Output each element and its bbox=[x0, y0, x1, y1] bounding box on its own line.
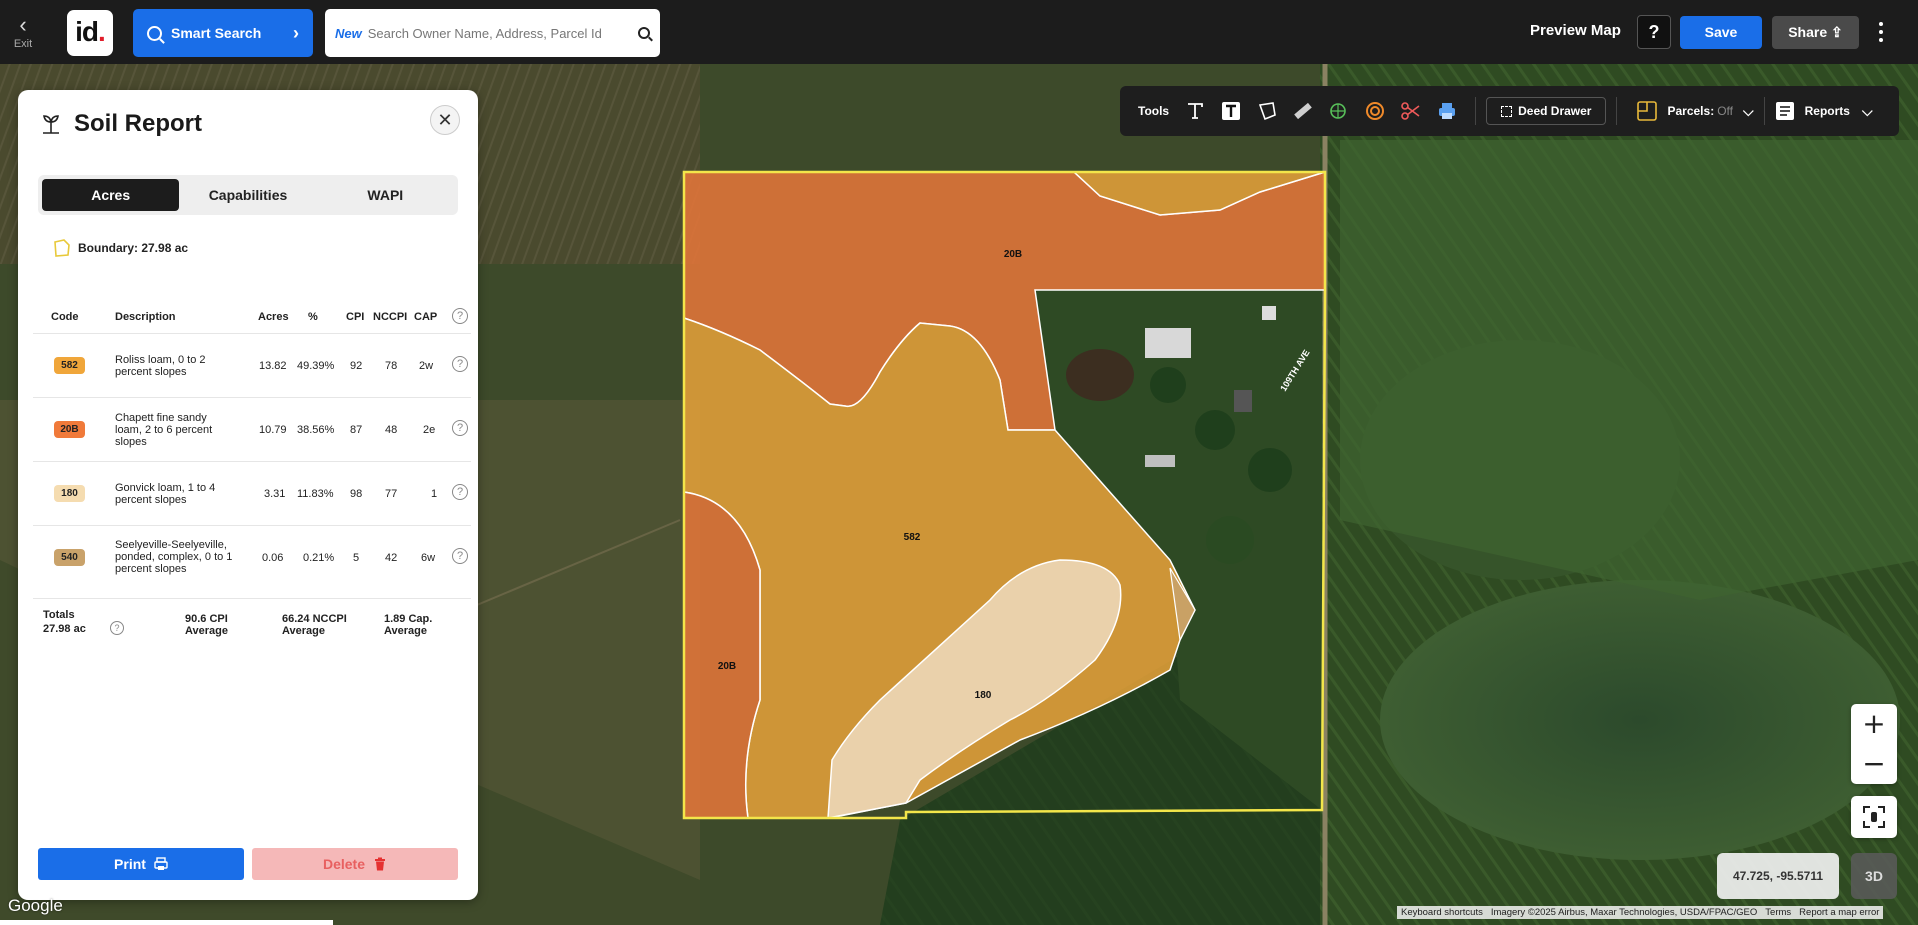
tab-capabilities[interactable]: Capabilities bbox=[179, 179, 316, 211]
soil-label: 20B bbox=[718, 661, 736, 672]
zoom-in-button[interactable]: + bbox=[1851, 704, 1897, 744]
smart-search-label: Smart Search bbox=[171, 25, 262, 41]
boundary-summary: Boundary: 27.98 ac bbox=[52, 238, 188, 258]
terms-link[interactable]: Terms bbox=[1765, 907, 1791, 918]
parcels-icon bbox=[1637, 101, 1658, 121]
soil-description: Gonvick loam, 1 to 4 percent slopes bbox=[115, 482, 216, 506]
delete-button[interactable]: Delete bbox=[252, 848, 458, 880]
share-icon: ⇪ bbox=[1831, 24, 1843, 40]
exit-label: Exit bbox=[13, 38, 33, 50]
new-tag: New bbox=[335, 25, 362, 41]
print-button[interactable]: Print bbox=[38, 848, 244, 880]
tools-bar: Tools Deed Drawer Parcels: Off ⌵ Reports … bbox=[1120, 86, 1899, 136]
help-icon[interactable]: ? bbox=[452, 356, 468, 372]
top-bar: ‹ Exit id. Smart Search › New Preview Ma… bbox=[0, 0, 1918, 64]
fit-bounds-button[interactable] bbox=[1851, 796, 1897, 838]
more-menu-icon[interactable] bbox=[1876, 20, 1886, 44]
coordinates-readout: 47.725, -95.5711 bbox=[1717, 853, 1839, 899]
soil-description: Chapett fine sandy loam, 2 to 6 percent … bbox=[115, 412, 213, 448]
help-icon[interactable]: ? bbox=[452, 308, 468, 324]
imagery-credit: Imagery ©2025 Airbus, Maxar Technologies… bbox=[1490, 907, 1758, 918]
buffer-ring-icon[interactable] bbox=[1357, 96, 1393, 126]
print-icon[interactable] bbox=[1429, 96, 1465, 126]
table-row[interactable]: 20B Chapett fine sandy loam, 2 to 6 perc… bbox=[33, 397, 471, 461]
reports-icon bbox=[1775, 102, 1794, 120]
soil-code-badge: 20B bbox=[54, 421, 85, 438]
soil-code-badge: 180 bbox=[54, 485, 85, 502]
close-button[interactable]: ✕ bbox=[430, 105, 460, 135]
printer-icon bbox=[154, 857, 168, 870]
search-icon[interactable] bbox=[638, 27, 650, 39]
table-header: Code Description Acres % CPI NCCPI CAP ? bbox=[33, 305, 471, 331]
help-icon[interactable]: ? bbox=[452, 548, 468, 564]
text-box-tool-icon[interactable] bbox=[1213, 96, 1249, 126]
globe-plus-icon[interactable] bbox=[1321, 96, 1357, 126]
app-logo[interactable]: id. bbox=[67, 10, 113, 56]
reports-dropdown[interactable]: Reports ⌵ bbox=[1775, 101, 1873, 121]
deed-drawer-icon bbox=[1501, 105, 1513, 117]
search-input[interactable] bbox=[367, 25, 638, 41]
help-icon[interactable]: ? bbox=[452, 484, 468, 500]
tools-label: Tools bbox=[1138, 104, 1170, 118]
google-logo: Google bbox=[8, 896, 63, 915]
soil-description: Seelyeville-Seelyeville, ponded, complex… bbox=[115, 539, 233, 575]
help-icon[interactable]: ? bbox=[452, 420, 468, 436]
scale-bar bbox=[0, 920, 333, 925]
scissors-icon[interactable] bbox=[1393, 96, 1429, 126]
help-icon[interactable]: ? bbox=[110, 621, 124, 635]
share-button[interactable]: Share ⇪ bbox=[1772, 16, 1859, 49]
search-icon bbox=[147, 25, 162, 41]
panel-title: Soil Report bbox=[74, 110, 203, 137]
deed-drawer-button[interactable]: Deed Drawer bbox=[1486, 97, 1607, 125]
help-button[interactable]: ? bbox=[1637, 15, 1671, 49]
panel-tabs: Acres Capabilities WAPI bbox=[38, 175, 458, 215]
chevron-right-icon: › bbox=[293, 22, 299, 43]
totals-row: Totals 27.98 ac ? 90.6 CPI Average 66.24… bbox=[33, 598, 471, 658]
soil-label: 20B bbox=[1004, 249, 1022, 260]
ruler-icon[interactable] bbox=[1285, 96, 1321, 126]
tab-wapi[interactable]: WAPI bbox=[317, 179, 454, 211]
text-tool-icon[interactable] bbox=[1177, 96, 1213, 126]
exit-button[interactable]: ‹ Exit bbox=[8, 14, 38, 54]
preview-map-button[interactable]: Preview Map bbox=[1530, 22, 1621, 39]
table-row[interactable]: 582 Roliss loam, 0 to 2 percent slopes 1… bbox=[33, 333, 471, 397]
zoom-control: + − bbox=[1851, 704, 1897, 784]
trash-icon bbox=[375, 857, 386, 871]
tab-acres[interactable]: Acres bbox=[42, 179, 180, 211]
save-button[interactable]: Save bbox=[1680, 16, 1762, 49]
parcels-toggle[interactable]: Parcels: Off ⌵ bbox=[1637, 101, 1754, 121]
table-row[interactable]: 540 Seelyeville-Seelyeville, ponded, com… bbox=[33, 525, 471, 589]
keyboard-shortcuts-link[interactable]: Keyboard shortcuts bbox=[1401, 907, 1483, 918]
smart-search-button[interactable]: Smart Search › bbox=[133, 9, 313, 57]
map-attribution: Keyboard shortcuts Imagery ©2025 Airbus,… bbox=[1397, 906, 1884, 919]
soil-code-badge: 540 bbox=[54, 549, 85, 566]
soil-report-panel: Soil Report ✕ Acres Capabilities WAPI Bo… bbox=[18, 90, 478, 900]
chevron-left-icon: ‹ bbox=[19, 12, 27, 37]
zoom-out-button[interactable]: − bbox=[1851, 744, 1897, 784]
soil-description: Roliss loam, 0 to 2 percent slopes bbox=[115, 354, 206, 378]
report-error-link[interactable]: Report a map error bbox=[1799, 907, 1879, 918]
focus-icon bbox=[1863, 806, 1885, 828]
search-box[interactable]: New bbox=[325, 9, 660, 57]
soil-code-badge: 582 bbox=[54, 357, 85, 374]
chevron-down-icon: ⌵ bbox=[1742, 102, 1754, 119]
chevron-down-icon: ⌵ bbox=[1861, 102, 1873, 119]
plant-icon bbox=[43, 115, 59, 134]
soil-label: 582 bbox=[904, 532, 921, 543]
close-icon: ✕ bbox=[437, 110, 453, 130]
draw-polygon-icon[interactable] bbox=[1249, 96, 1285, 126]
3d-toggle-button[interactable]: 3D bbox=[1851, 853, 1897, 899]
boundary-icon bbox=[54, 239, 70, 257]
table-row[interactable]: 180 Gonvick loam, 1 to 4 percent slopes … bbox=[33, 461, 471, 525]
soil-label: 180 bbox=[975, 690, 992, 701]
